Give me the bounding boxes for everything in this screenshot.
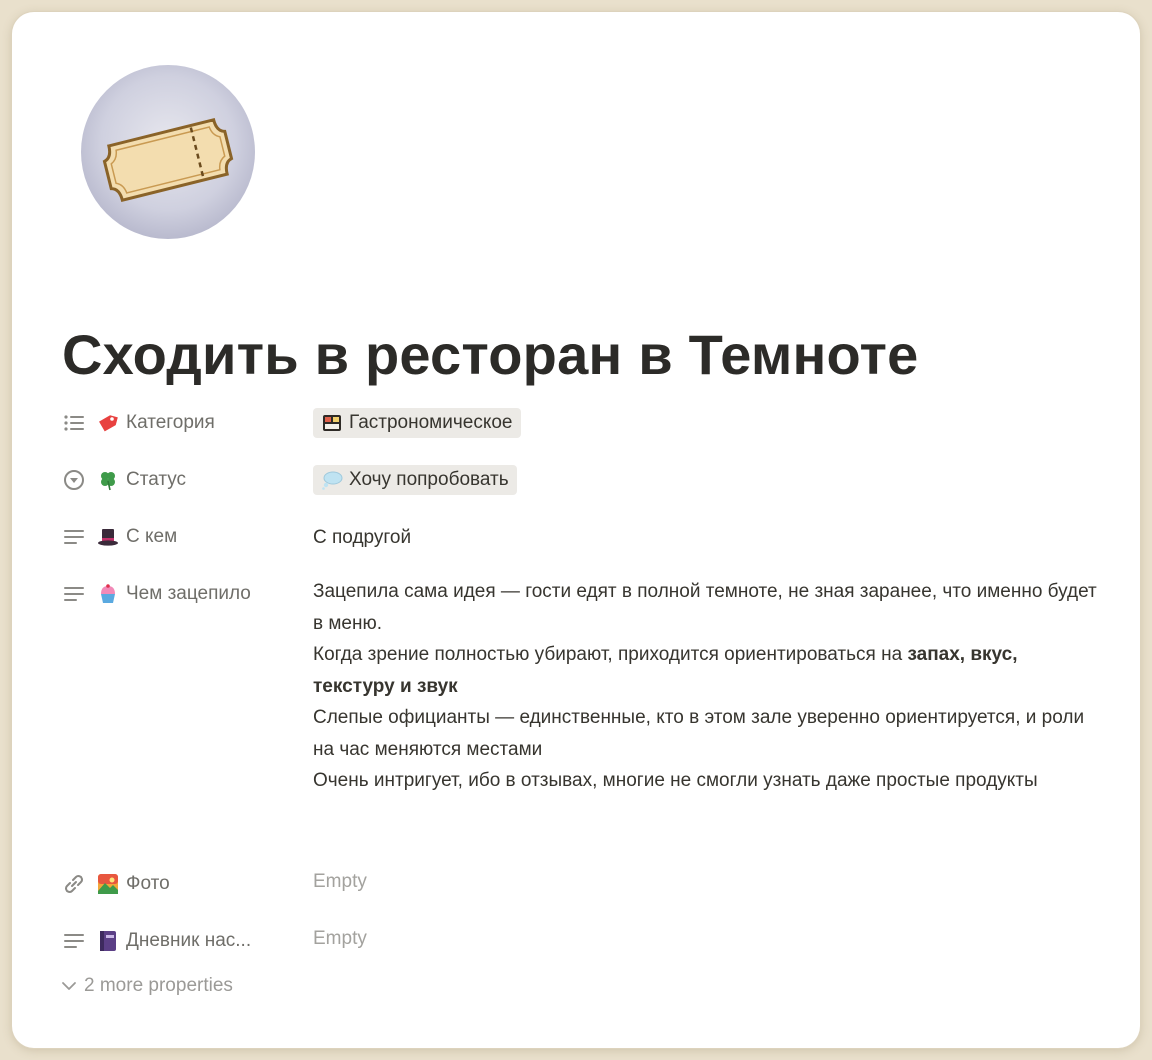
- property-key[interactable]: Чем зацепило: [60, 579, 310, 609]
- property-key[interactable]: С кем: [60, 522, 310, 552]
- list-icon: [60, 409, 88, 437]
- property-value[interactable]: Empty: [313, 866, 1103, 898]
- property-key[interactable]: Статус: [60, 465, 310, 495]
- tag-chip[interactable]: Хочу попробовать: [313, 465, 517, 495]
- clover-emoji-icon: [96, 468, 120, 492]
- more-properties-toggle[interactable]: 2 more properties: [60, 972, 233, 1000]
- tag-emoji-icon: [96, 411, 120, 435]
- top-hat-emoji-icon: [96, 525, 120, 549]
- hook-paragraph: Когда зрение полностью убирают, приходит…: [313, 644, 1018, 697]
- cupcake-emoji-icon: [96, 582, 120, 606]
- property-key[interactable]: Фото: [60, 869, 310, 899]
- page-title[interactable]: Сходить в ресторан в Темноте: [62, 322, 918, 387]
- property-value[interactable]: Хочу попробовать: [313, 465, 1103, 501]
- bento-emoji-icon: [321, 412, 343, 434]
- tag-chip[interactable]: Гастрономическое: [313, 408, 521, 438]
- link-icon: [60, 870, 88, 898]
- hook-paragraph: Слепые официанты — единственные, кто в э…: [313, 707, 1085, 760]
- picture-emoji-icon: [96, 872, 120, 896]
- page-card: Сходить в ресторан в Темноте Категория Г…: [12, 12, 1140, 1048]
- hook-paragraph: Зацепила сама идея — гости едят в полной…: [313, 581, 1097, 634]
- hook-paragraph: Очень интригует, ибо в отзывах, многие н…: [313, 770, 1038, 791]
- property-value[interactable]: Empty: [313, 923, 1103, 955]
- property-value[interactable]: Гастрономическое: [313, 408, 1103, 444]
- property-key[interactable]: Дневник нас...: [60, 926, 310, 956]
- ticket-icon[interactable]: [80, 64, 256, 240]
- thought-bubble-emoji-icon: [321, 469, 343, 491]
- text-icon: [60, 927, 88, 955]
- text-icon: [60, 580, 88, 608]
- property-key[interactable]: Категория: [60, 408, 310, 438]
- property-value[interactable]: Зацепила сама идея — гости едят в полной…: [313, 576, 1103, 797]
- status-icon: [60, 466, 88, 494]
- property-value[interactable]: С подругой: [313, 522, 1103, 554]
- notebook-emoji-icon: [96, 929, 120, 953]
- chevron-down-icon: [60, 977, 78, 995]
- text-icon: [60, 523, 88, 551]
